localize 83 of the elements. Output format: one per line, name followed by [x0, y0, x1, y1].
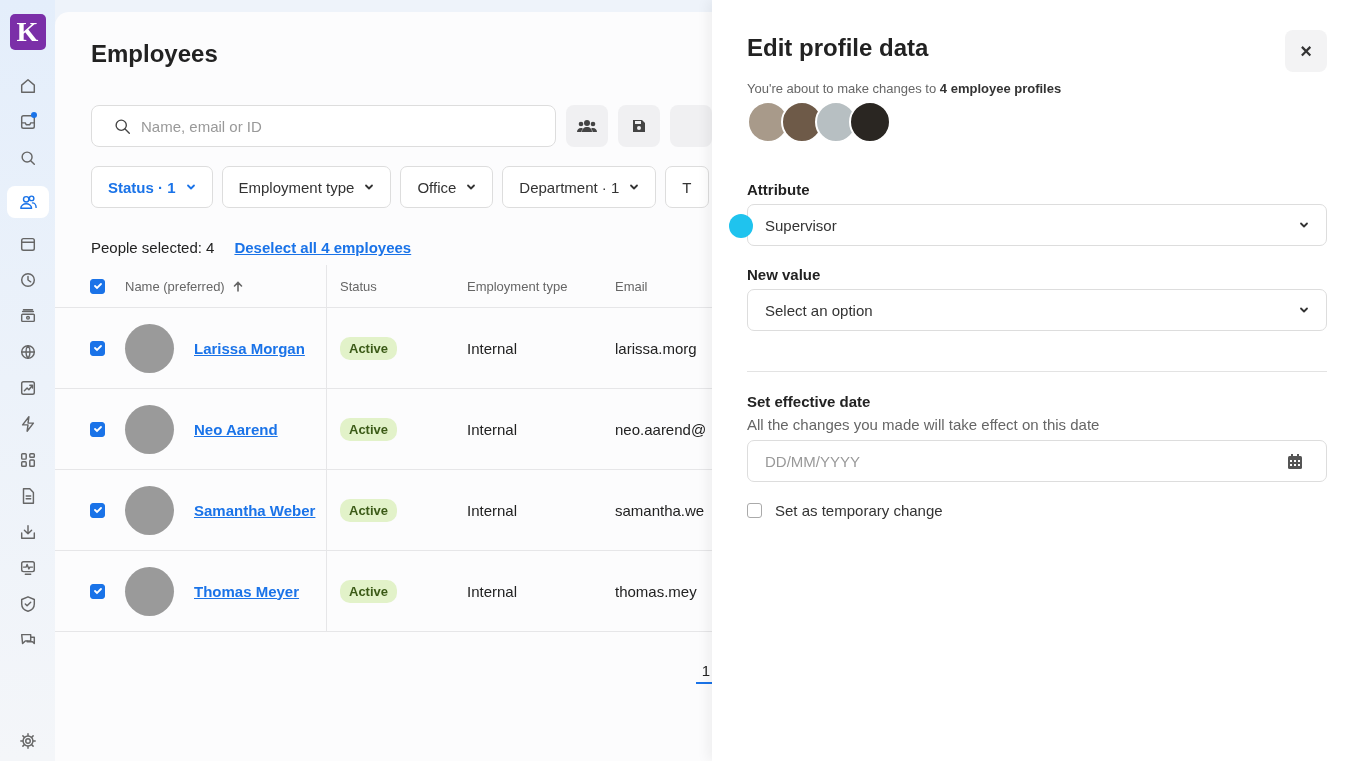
- globe-icon: [18, 343, 37, 361]
- shield-icon: [18, 595, 37, 613]
- avatar: [125, 566, 174, 616]
- employee-name-link[interactable]: Samantha Weber: [194, 501, 316, 519]
- search-icon: [114, 117, 131, 135]
- chevron-down-icon: [629, 182, 640, 192]
- chevron-down-icon: [1299, 305, 1309, 315]
- search-icon: [18, 149, 37, 167]
- checkmark-icon: [92, 424, 103, 434]
- new-value-dropdown[interactable]: Select an option: [747, 289, 1327, 331]
- download-icon: [18, 523, 37, 541]
- checkbox[interactable]: [747, 503, 762, 518]
- page-title: Employees: [91, 40, 219, 68]
- cursor-dot: [729, 214, 753, 238]
- chevron-down-icon: [466, 182, 477, 192]
- settings-icon: [18, 732, 37, 750]
- group-button[interactable]: [566, 105, 608, 147]
- table-cell: thomas.mey: [615, 582, 697, 600]
- app-logo[interactable]: K: [9, 14, 46, 50]
- column-header[interactable]: Status: [340, 278, 377, 294]
- checkbox[interactable]: [90, 502, 105, 518]
- checkmark-icon: [92, 505, 103, 515]
- filter-dropdown[interactable]: Department · 1: [502, 166, 657, 208]
- status-badge: Active: [340, 498, 398, 522]
- checkbox[interactable]: [90, 278, 105, 294]
- field-label: Set effective date: [747, 393, 872, 410]
- checkmark-icon: [92, 343, 103, 353]
- status-badge: Active: [340, 336, 398, 360]
- field-hint: All the changes you made will take effect on this date: [747, 416, 1101, 433]
- column-header[interactable]: Employment type: [467, 278, 568, 294]
- field-label: Attribute: [747, 181, 811, 198]
- checkbox[interactable]: [90, 583, 105, 599]
- checkmark-icon: [92, 281, 103, 291]
- home-icon: [18, 77, 37, 95]
- attribute-dropdown[interactable]: Supervisor: [747, 204, 1327, 246]
- checkbox-label: Set as temporary change: [775, 502, 943, 519]
- people-icon: [18, 193, 37, 211]
- clock-icon: [18, 271, 37, 289]
- save-button[interactable]: [618, 105, 660, 147]
- checkbox[interactable]: [90, 421, 105, 437]
- table-cell: Internal: [467, 501, 518, 519]
- checkbox[interactable]: [90, 340, 105, 356]
- chevron-down-icon: [185, 182, 196, 192]
- monitor-icon: [18, 559, 37, 577]
- table-cell: Internal: [467, 420, 518, 438]
- deselect-link[interactable]: Deselect all 4 employees: [234, 239, 412, 256]
- avatar: [125, 485, 174, 535]
- calendar-icon: [18, 235, 37, 253]
- chevron-down-icon: [364, 182, 375, 192]
- avatar: [125, 323, 174, 373]
- inbox-icon: [18, 113, 37, 131]
- filter-dropdown[interactable]: Status · 1: [91, 166, 213, 208]
- employee-name-link[interactable]: Neo Aarend: [194, 420, 278, 438]
- filter-dropdown[interactable]: T: [665, 166, 709, 208]
- avatar: [125, 404, 174, 454]
- table-cell: samantha.we: [615, 501, 705, 519]
- employee-name-link[interactable]: Larissa Morgan: [194, 339, 305, 357]
- filter-dropdown[interactable]: Employment type: [221, 166, 392, 208]
- panel-intro-text: You're about to make changes to 4 employee profiles: [747, 81, 1063, 96]
- table-cell: Internal: [467, 582, 518, 600]
- cash-register-icon: [18, 307, 37, 325]
- chevron-down-icon: [1299, 220, 1309, 230]
- table-cell: neo.aarend@: [615, 420, 707, 438]
- sidebar-item[interactable]: [6, 186, 49, 218]
- people-icon: [577, 119, 597, 133]
- field-label: New value: [747, 266, 822, 283]
- close-button[interactable]: ×: [1285, 30, 1327, 72]
- panel-title: Edit profile data: [747, 34, 929, 62]
- status-badge: Active: [340, 417, 398, 441]
- status-badge: Active: [340, 579, 398, 603]
- table-cell: Internal: [467, 339, 518, 357]
- notification-dot: [30, 112, 37, 118]
- table-cell: larissa.morg: [615, 339, 697, 357]
- filter-dropdown[interactable]: Office: [400, 166, 494, 208]
- checkmark-icon: [92, 586, 103, 596]
- apps-icon: [18, 451, 37, 469]
- calendar-icon: [1288, 453, 1302, 469]
- chart-icon: [18, 379, 37, 397]
- selection-count: People selected: 4: [91, 239, 215, 256]
- column-header[interactable]: Email: [615, 278, 648, 294]
- employee-name-link[interactable]: Thomas Meyer: [194, 582, 300, 600]
- sort-arrow-icon: [232, 280, 243, 292]
- column-header[interactable]: Name (preferred): [125, 278, 243, 294]
